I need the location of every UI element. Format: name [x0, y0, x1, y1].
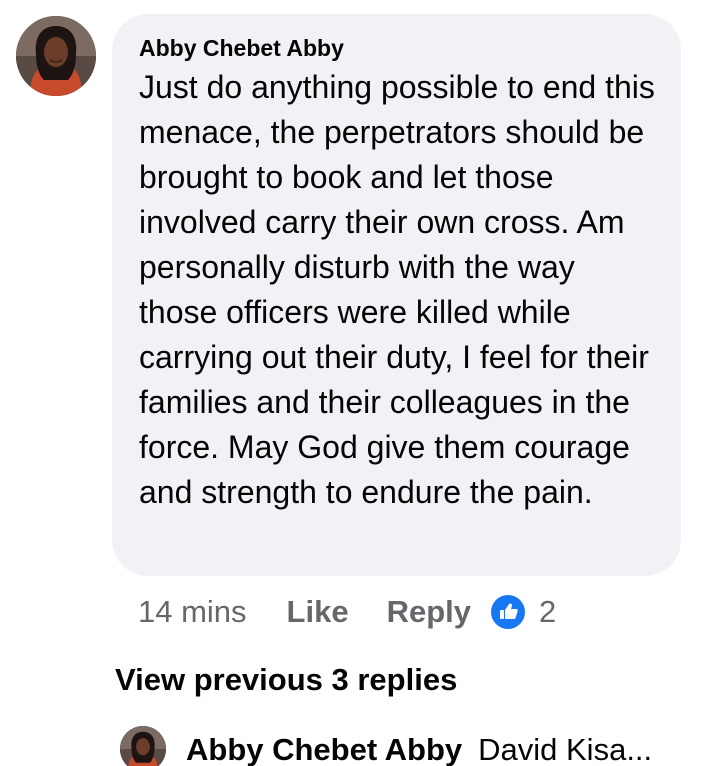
- comment-actions: 14 mins Like Reply 2: [138, 590, 556, 634]
- reply-button[interactable]: Reply: [387, 594, 471, 630]
- reply-author[interactable]: Abby Chebet Abby: [186, 732, 462, 766]
- comment-author[interactable]: Abby Chebet Abby: [139, 34, 659, 62]
- reply-avatar[interactable]: [120, 726, 166, 766]
- reply-preview[interactable]: Abby Chebet Abby David Kisa...: [186, 730, 652, 766]
- comment-text: Just do anything possible to end this me…: [139, 69, 655, 510]
- profile-photo-icon: [120, 726, 166, 766]
- commenter-avatar[interactable]: [16, 16, 96, 96]
- reply-preview-text: David Kisa...: [478, 732, 653, 766]
- view-previous-replies-link[interactable]: View previous 3 replies: [115, 660, 457, 700]
- thumbs-up-icon[interactable]: [491, 595, 525, 629]
- comment-bubble: Abby Chebet Abby Just do anything possib…: [112, 14, 681, 576]
- like-button[interactable]: Like: [287, 594, 349, 630]
- reaction-count[interactable]: 2: [539, 594, 556, 630]
- profile-photo-icon: [16, 16, 96, 96]
- comment-timestamp[interactable]: 14 mins: [138, 594, 247, 630]
- comment-thread: Abby Chebet Abby Just do anything possib…: [0, 0, 720, 766]
